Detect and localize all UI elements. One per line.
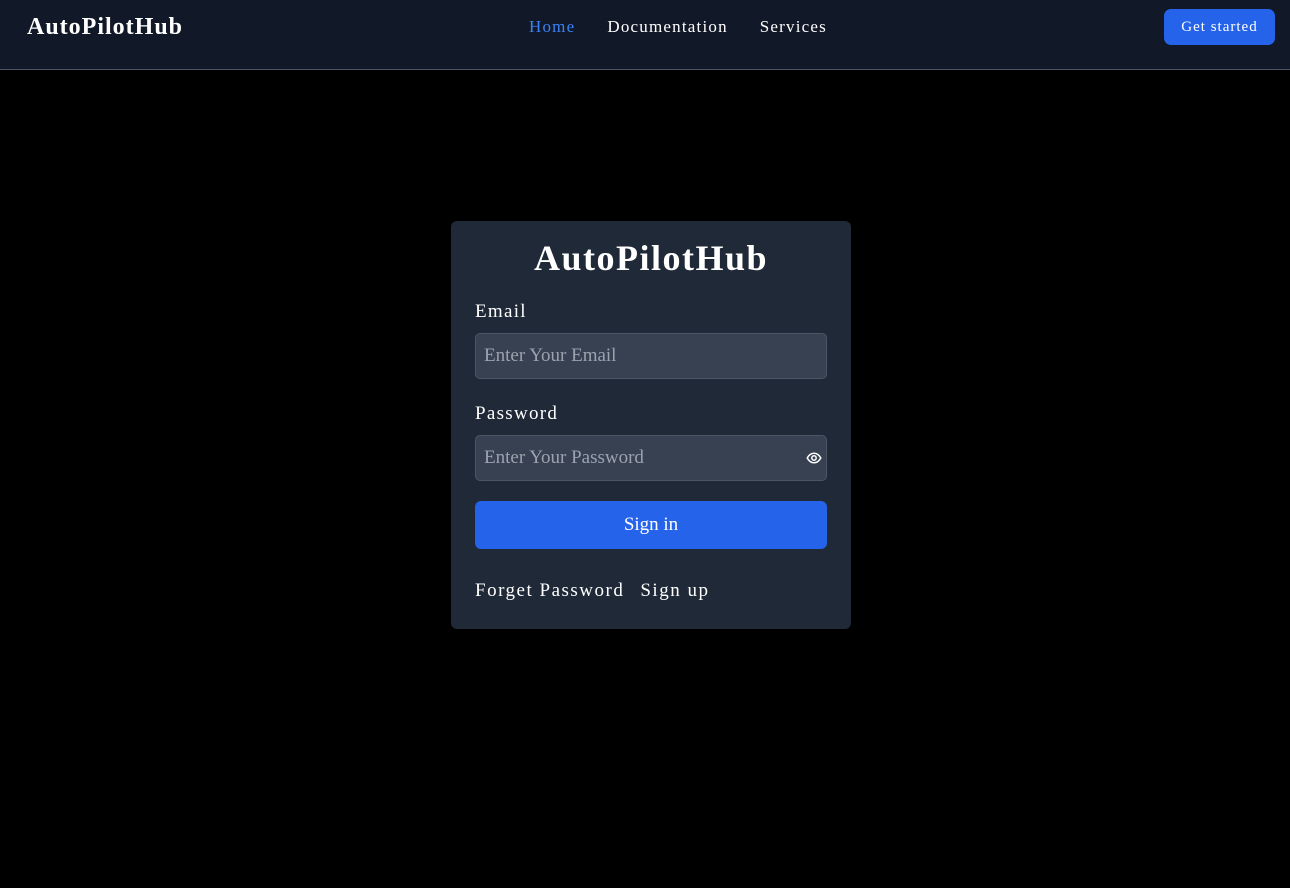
main-nav: Home Documentation Services [529,16,827,38]
password-input[interactable] [475,435,827,481]
nav-link-services[interactable]: Services [760,16,827,38]
auth-links: Forget Password Sign up [475,579,709,603]
login-title: AutoPilotHub [533,238,769,278]
brand-logo[interactable]: AutoPilotHub [27,12,183,42]
forgot-password-link[interactable]: Forget Password [475,579,624,603]
email-label: Email [475,301,527,322]
get-started-button[interactable]: Get started [1164,9,1275,45]
login-card: AutoPilotHub Email Password Sign in Forg… [451,221,851,629]
nav-link-documentation[interactable]: Documentation [607,16,727,38]
top-navbar: AutoPilotHub Home Documentation Services… [0,0,1290,70]
sign-in-button[interactable]: Sign in [475,501,827,549]
nav-link-home[interactable]: Home [529,16,575,38]
email-input[interactable] [475,333,827,379]
eye-icon[interactable] [806,450,822,466]
password-label: Password [475,403,559,424]
sign-up-link[interactable]: Sign up [640,579,709,603]
